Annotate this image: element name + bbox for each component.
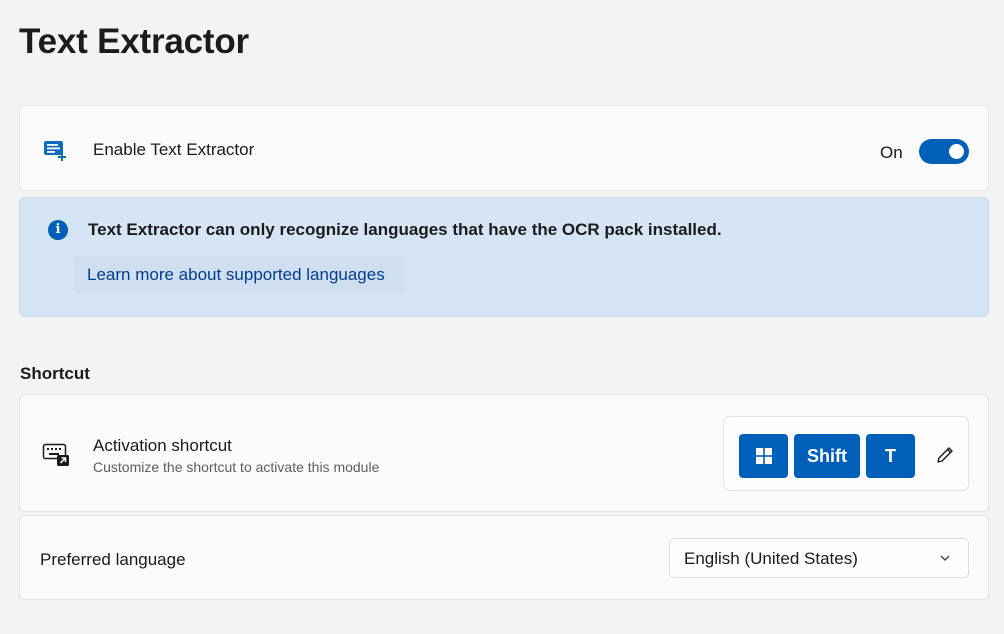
info-message: Text Extractor can only recognize langua… <box>88 220 722 239</box>
text-extractor-icon <box>44 141 66 161</box>
windows-logo-icon <box>755 448 772 464</box>
shortcut-section-header: Shortcut <box>20 364 90 383</box>
learn-more-link[interactable]: Learn more about supported languages <box>74 256 405 293</box>
enable-label: Enable Text Extractor <box>93 140 255 159</box>
language-selected-value: English (United States) <box>684 549 858 568</box>
info-bar: i Text Extractor can only recognize lang… <box>19 197 989 317</box>
activation-shortcut-card: Activation shortcut Customize the shortc… <box>19 394 989 512</box>
preferred-language-label: Preferred language <box>40 550 186 569</box>
info-icon: i <box>48 220 68 240</box>
language-dropdown[interactable]: English (United States) <box>669 538 969 578</box>
shortcut-description: Customize the shortcut to activate this … <box>93 459 380 475</box>
page-title: Text Extractor <box>19 22 249 61</box>
shortcut-keys-box[interactable]: Shift T <box>723 416 969 491</box>
enable-toggle[interactable] <box>919 139 969 164</box>
pencil-icon[interactable] <box>934 444 956 466</box>
shortcut-title: Activation shortcut <box>93 436 232 455</box>
windows-key <box>739 434 788 478</box>
t-key: T <box>866 434 915 478</box>
shift-key: Shift <box>794 434 860 478</box>
toggle-state-label: On <box>880 143 903 162</box>
preferred-language-card: Preferred language English (United State… <box>19 515 989 600</box>
toggle-knob <box>949 144 964 159</box>
chevron-down-icon <box>940 555 950 561</box>
enable-card: Enable Text Extractor On <box>19 105 989 191</box>
keyboard-shortcut-icon <box>42 443 69 466</box>
